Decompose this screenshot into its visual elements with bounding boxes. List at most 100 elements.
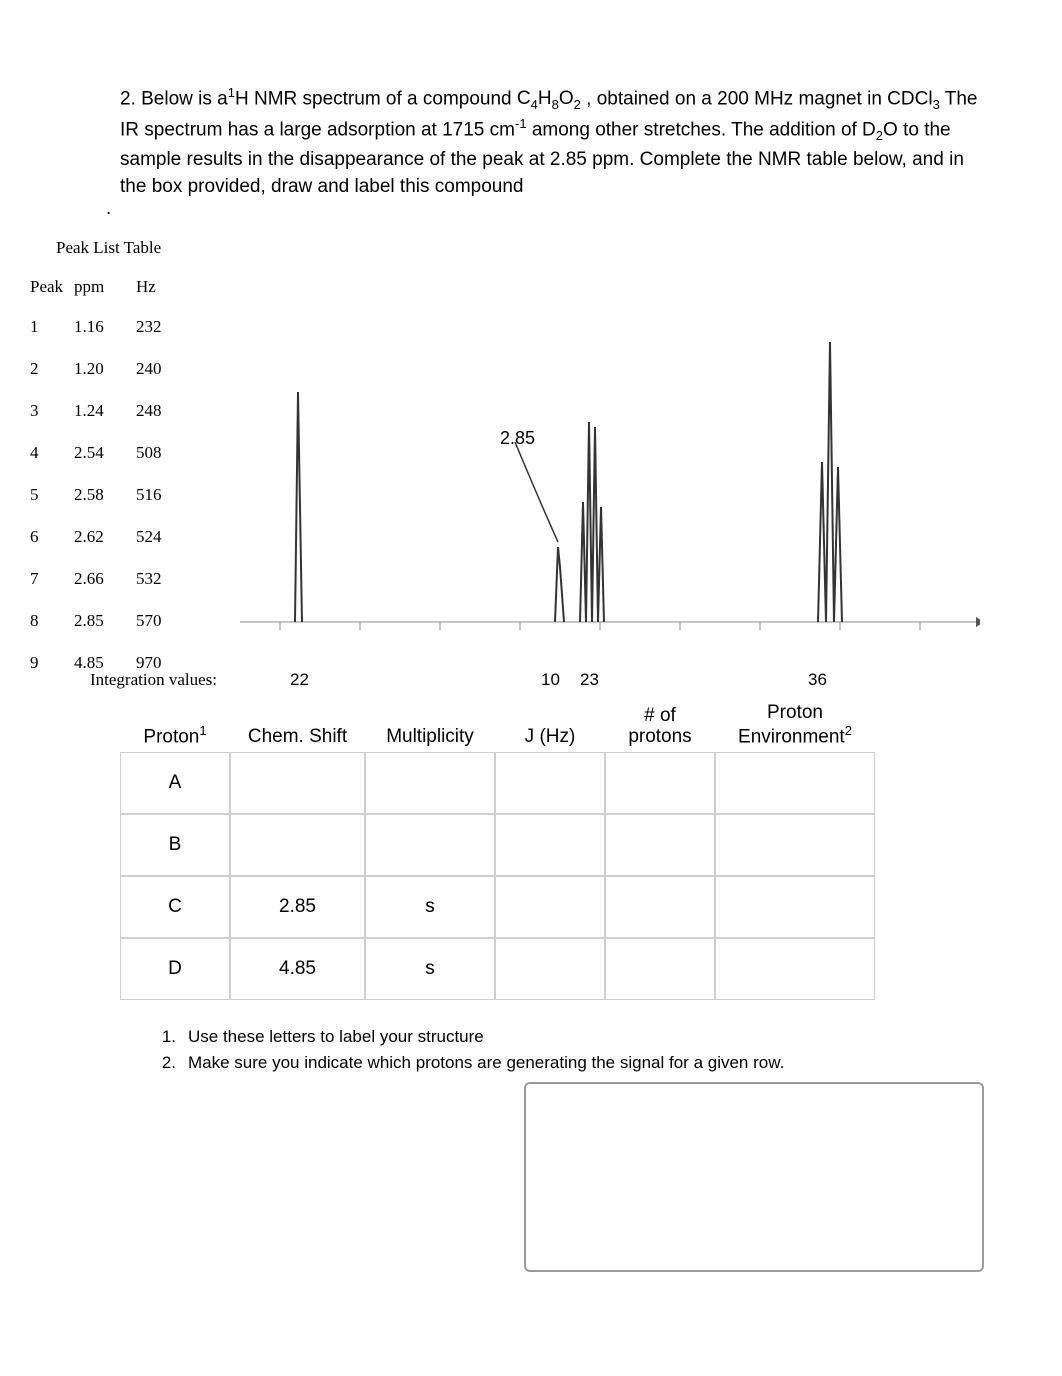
cell-proton: C <box>120 876 230 938</box>
table-row: 42.54508 <box>24 432 196 474</box>
cell-shift[interactable]: 4.85 <box>230 938 365 1000</box>
cell: 6 <box>24 527 74 547</box>
cell-shift[interactable] <box>230 814 365 876</box>
cell: 2.54 <box>74 443 136 463</box>
integration-v1: 22 <box>290 670 309 690</box>
spectrum-svg <box>240 322 980 660</box>
analysis-header-row: Proton1 Chem. Shift Multiplicity J (Hz) … <box>120 700 875 752</box>
cell-mult[interactable]: s <box>365 876 495 938</box>
cell-j[interactable] <box>495 938 605 1000</box>
cell-shift[interactable]: 2.85 <box>230 876 365 938</box>
cell: 1.24 <box>74 401 136 421</box>
table-row: D 4.85 s <box>120 938 875 1000</box>
cell-j[interactable] <box>495 752 605 814</box>
formula-sub: 8 <box>552 97 559 112</box>
q-text: 2. Below is a <box>120 88 228 109</box>
cell: 516 <box>136 485 196 505</box>
integration-v4: 36 <box>808 670 827 690</box>
table-row: 31.24248 <box>24 390 196 432</box>
col-header-env: ProtonEnvironment2 <box>715 703 875 748</box>
cell: 232 <box>136 317 196 337</box>
table-row: 82.85570 <box>24 600 196 642</box>
table-row: 52.58516 <box>24 474 196 516</box>
col-header-ppm: ppm <box>74 277 136 297</box>
peak-table-title: Peak List Table <box>56 238 161 258</box>
cell: 1.20 <box>74 359 136 379</box>
cell: 2.58 <box>74 485 136 505</box>
col-header-shift: Chem. Shift <box>230 727 365 748</box>
cell: 2 <box>24 359 74 379</box>
table-row: A <box>120 752 875 814</box>
q-text: H NMR spectrum of a compound <box>235 88 512 109</box>
q-text: among other stretches. The addition of D <box>527 119 876 140</box>
cell: 240 <box>136 359 196 379</box>
col-header-hz: Hz <box>136 277 196 297</box>
formula-sub: 2 <box>574 97 581 112</box>
note-text: Use these letters to label your structur… <box>188 1024 484 1050</box>
cell-nprot[interactable] <box>605 876 715 938</box>
peak-table-header: Peak ppm Hz <box>24 268 196 306</box>
cell-env[interactable] <box>715 752 875 814</box>
note-num: 1. <box>160 1024 188 1050</box>
cell: 5 <box>24 485 74 505</box>
period: . <box>106 198 111 220</box>
cell: 532 <box>136 569 196 589</box>
spectrum-annotation: 2.85 <box>500 428 535 449</box>
note-num: 2. <box>160 1050 188 1076</box>
cell-shift[interactable] <box>230 752 365 814</box>
cell-j[interactable] <box>495 814 605 876</box>
cell: 7 <box>24 569 74 589</box>
cell-nprot[interactable] <box>605 752 715 814</box>
cell: 2.66 <box>74 569 136 589</box>
cell: 570 <box>136 611 196 631</box>
question-prompt: 2. Below is a1H NMR spectrum of a compou… <box>120 84 980 201</box>
integration-v2: 10 <box>541 670 560 690</box>
nmr-spectrum <box>240 322 980 660</box>
cell-env[interactable] <box>715 876 875 938</box>
q-sup: -1 <box>515 116 527 131</box>
cell: 2.85 <box>74 611 136 631</box>
cell: 1.16 <box>74 317 136 337</box>
cell: 3 <box>24 401 74 421</box>
cell-j[interactable] <box>495 876 605 938</box>
cell-proton: D <box>120 938 230 1000</box>
cell-env[interactable] <box>715 814 875 876</box>
cell-nprot[interactable] <box>605 938 715 1000</box>
q-text: O to the <box>883 119 951 140</box>
cell-nprot[interactable] <box>605 814 715 876</box>
cell-mult[interactable]: s <box>365 938 495 1000</box>
integration-label: Integration values: <box>90 670 217 690</box>
table-row: 72.66532 <box>24 558 196 600</box>
q-sub: 2 <box>876 128 883 143</box>
cell-mult[interactable] <box>365 752 495 814</box>
cell: 524 <box>136 527 196 547</box>
q-text: , obtained on a 200 MHz magnet in CDCl <box>581 88 933 109</box>
cell: 4 <box>24 443 74 463</box>
cell-mult[interactable] <box>365 814 495 876</box>
cell: 8 <box>24 611 74 631</box>
answer-drawing-box[interactable] <box>524 1082 984 1272</box>
formula-sub: 4 <box>531 97 538 112</box>
table-row: 11.16232 <box>24 306 196 348</box>
q-text: box provided, draw and label this compou… <box>152 176 524 197</box>
col-header-nprot: # ofprotons <box>605 706 715 748</box>
q-sup: 1 <box>228 85 235 100</box>
formula-h: H <box>538 88 552 109</box>
col-header-peak: Peak <box>24 277 74 297</box>
footnote-2: 2. Make sure you indicate which protons … <box>160 1050 784 1076</box>
table-row: 62.62524 <box>24 516 196 558</box>
table-row: B <box>120 814 875 876</box>
table-row: 21.20240 <box>24 348 196 390</box>
footnotes: 1. Use these letters to label your struc… <box>160 1024 784 1075</box>
col-header-j: J (Hz) <box>495 727 605 748</box>
integration-v3: 23 <box>580 670 599 690</box>
cell: 1 <box>24 317 74 337</box>
cell: 248 <box>136 401 196 421</box>
cell-proton: A <box>120 752 230 814</box>
cell-proton: B <box>120 814 230 876</box>
cell: 2.62 <box>74 527 136 547</box>
analysis-table: Proton1 Chem. Shift Multiplicity J (Hz) … <box>120 700 875 1000</box>
cell-env[interactable] <box>715 938 875 1000</box>
note-text: Make sure you indicate which protons are… <box>188 1050 784 1076</box>
col-header-mult: Multiplicity <box>365 727 495 748</box>
